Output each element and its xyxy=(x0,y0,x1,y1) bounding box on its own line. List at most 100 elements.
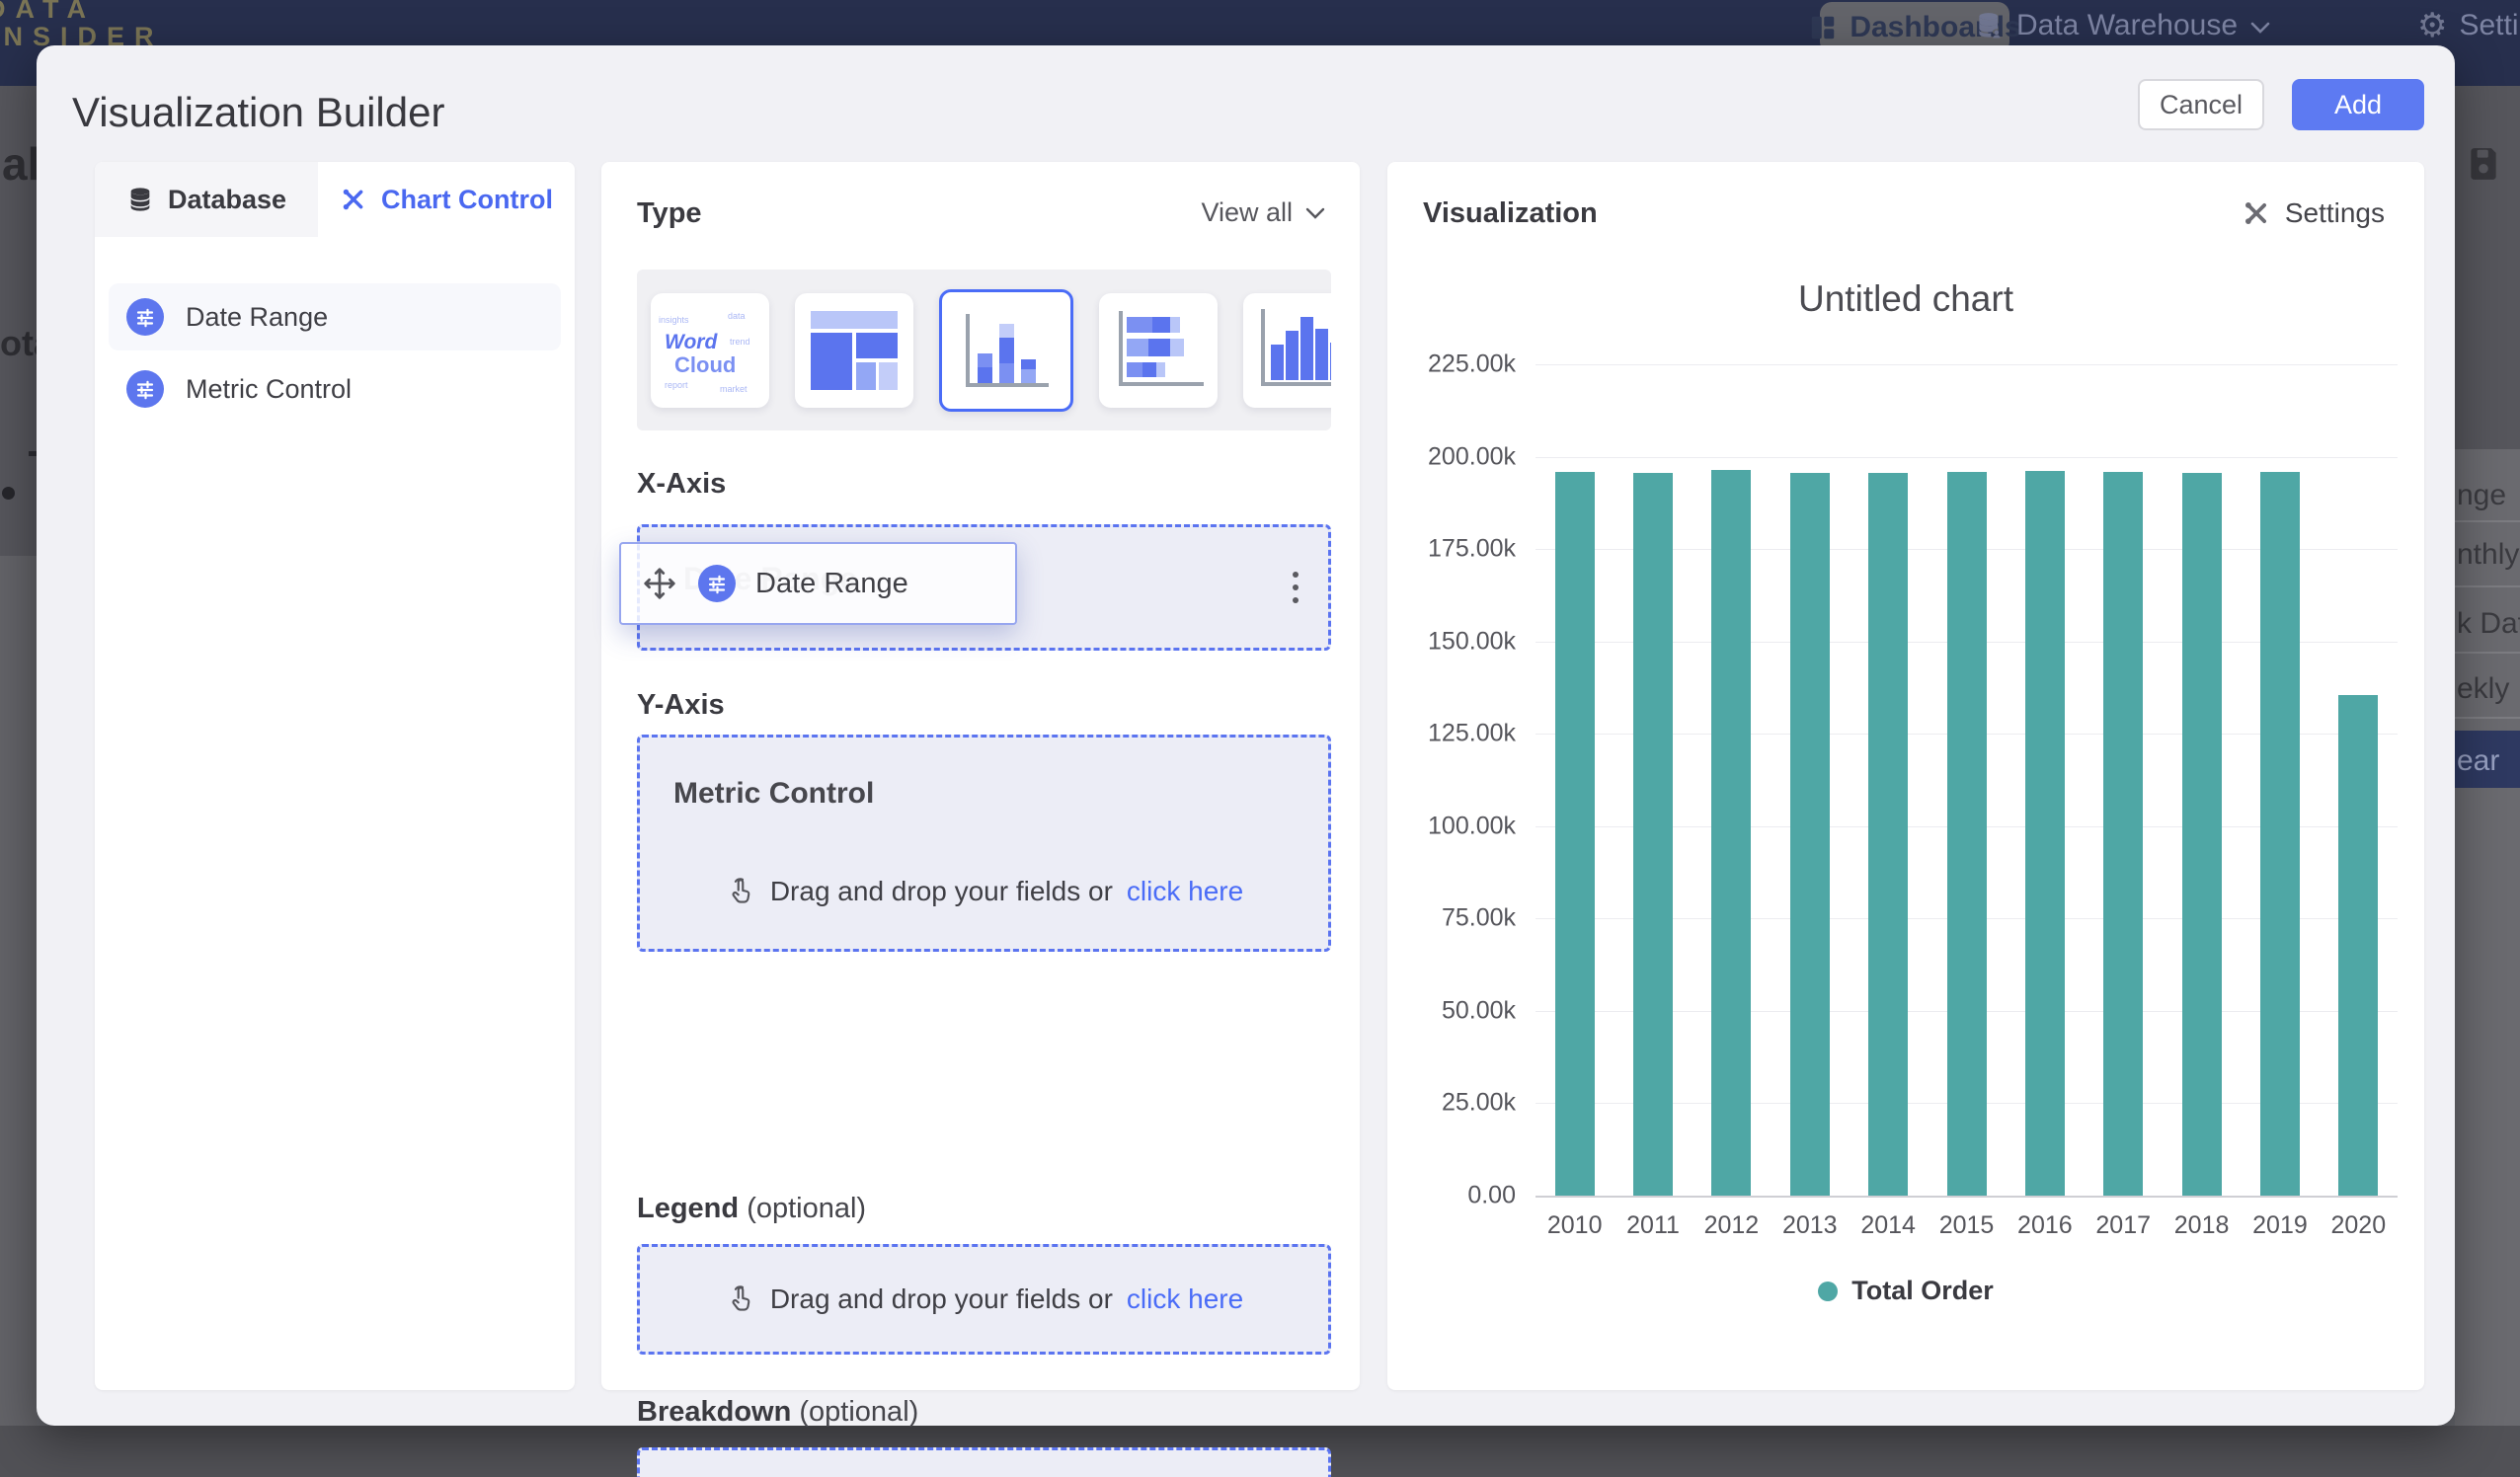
dropzone-click-here-link[interactable]: click here xyxy=(1127,1283,1243,1315)
mini-bar xyxy=(1127,339,1148,356)
chart-type-tile-column[interactable] xyxy=(1243,293,1331,408)
treemap-block xyxy=(879,362,898,390)
legend-label: Legend xyxy=(637,1193,739,1224)
visualization-settings-label: Settings xyxy=(2285,197,2385,229)
mini-bar xyxy=(1300,317,1313,380)
word-cloud-minor-word: report xyxy=(665,380,688,390)
mini-axis xyxy=(1119,311,1123,386)
bar-2014 xyxy=(1868,473,1908,1196)
dragged-field-chip-date-range[interactable]: Date Range xyxy=(619,542,1017,625)
y-tick-label: 50.00k xyxy=(1442,996,1516,1025)
mini-bar xyxy=(1315,329,1328,380)
x-tick-label: 2017 xyxy=(2095,1211,2151,1240)
chart-legend: Total Order xyxy=(1387,1276,2424,1306)
chart-type-tile-stacked-column-selected[interactable] xyxy=(939,289,1073,412)
app-logo: DATA INSIDER xyxy=(0,0,164,51)
gridline xyxy=(1536,457,2398,458)
view-all-dropdown[interactable]: View all xyxy=(1201,197,1326,228)
chart-type-tile-treemap[interactable] xyxy=(795,293,913,408)
tab-chart-control-label: Chart Control xyxy=(381,185,553,215)
field-item-label: Date Range xyxy=(186,302,328,333)
chart-builder-panel: Type View all insights data trend report… xyxy=(601,162,1360,1390)
y-axis-zone-title: Metric Control xyxy=(673,777,874,811)
chart-type-list: insights data trend report market Word C… xyxy=(637,270,1331,430)
legend-series-label: Total Order xyxy=(1851,1276,1994,1306)
divider xyxy=(2455,652,2520,654)
mini-bar xyxy=(999,324,1014,338)
bar-2017 xyxy=(2103,472,2143,1196)
visualization-builder-modal: Visualization Builder Cancel Add Databas… xyxy=(37,45,2455,1426)
legend-marker xyxy=(1818,1282,1838,1301)
optional-suffix: (optional) xyxy=(747,1193,866,1224)
nav-item-settings[interactable]: ⚙ Settings xyxy=(2417,0,2520,51)
bar-2010 xyxy=(1555,472,1595,1196)
word-cloud-minor-word: data xyxy=(728,311,746,321)
x-tick-label: 2019 xyxy=(2252,1211,2308,1240)
divider xyxy=(2455,520,2520,522)
field-item-date-range[interactable]: Date Range xyxy=(109,283,561,350)
tap-hand-icon xyxy=(725,1283,756,1315)
divider xyxy=(2455,717,2520,719)
gridline xyxy=(1536,364,2398,365)
mini-bar xyxy=(999,338,1014,363)
backdrop-bullet-fragment xyxy=(2,487,15,500)
tab-chart-control[interactable]: Chart Control xyxy=(318,162,575,237)
y-tick-label: 25.00k xyxy=(1442,1089,1516,1118)
more-options-icon[interactable] xyxy=(1293,572,1299,603)
treemap-block xyxy=(856,333,898,358)
mini-bar xyxy=(1127,317,1152,333)
y-tick-label: 225.00k xyxy=(1428,350,1516,379)
view-all-label: View all xyxy=(1201,197,1293,228)
modal-title: Visualization Builder xyxy=(72,89,444,136)
tab-database-label: Database xyxy=(168,185,286,215)
dragged-chip-label: Date Range xyxy=(755,568,908,600)
chart-type-tile-word-cloud[interactable]: insights data trend report market Word C… xyxy=(651,293,769,408)
nav-item-data-warehouse[interactable]: Data Warehouse xyxy=(1975,0,2271,51)
y-axis-dropzone[interactable]: Metric Control Drag and drop your fields… xyxy=(637,735,1331,952)
screen: DATA INSIDER Dashboards Data Warehouse ⚙… xyxy=(0,0,2520,1477)
mini-bar xyxy=(1271,345,1284,380)
fields-panel: Database Chart Control Date Range xyxy=(95,162,575,1390)
treemap-block xyxy=(856,362,876,390)
breakdown-section-label: Breakdown (optional) xyxy=(637,1396,918,1429)
logo-line-1: DATA xyxy=(0,0,164,23)
tools-icon xyxy=(340,186,367,213)
fields-panel-tabs: Database Chart Control xyxy=(95,162,575,237)
optional-suffix: (optional) xyxy=(799,1396,918,1428)
tools-icon xyxy=(2242,198,2271,228)
chart-type-tile-stacked-bar[interactable] xyxy=(1099,293,1218,408)
mini-bar xyxy=(1286,331,1299,380)
backdrop-right-dark-band xyxy=(2455,86,2520,449)
breakdown-label: Breakdown xyxy=(637,1396,791,1428)
x-tick-label: 2011 xyxy=(1626,1211,1680,1240)
cancel-button[interactable]: Cancel xyxy=(2138,79,2264,130)
mini-bar xyxy=(1152,317,1170,333)
dashboards-grid-icon xyxy=(1808,13,1838,42)
dropzone-click-here-link[interactable]: click here xyxy=(1127,876,1243,907)
visualization-panel: Visualization Settings Untitled chart 22… xyxy=(1387,162,2424,1390)
field-item-metric-control[interactable]: Metric Control xyxy=(109,355,561,423)
gear-icon: ⚙ xyxy=(2417,6,2447,45)
mini-bar xyxy=(1170,317,1180,333)
backdrop-menu-item: ekly xyxy=(2457,672,2509,706)
add-button[interactable]: Add xyxy=(2292,79,2424,130)
sliders-icon xyxy=(126,370,164,408)
x-tick-label: 2015 xyxy=(1939,1211,1995,1240)
x-tick-label: 2018 xyxy=(2174,1211,2230,1240)
tab-database[interactable]: Database xyxy=(95,162,318,237)
nav-data-warehouse-label: Data Warehouse xyxy=(2016,9,2238,42)
y-tick-label: 100.00k xyxy=(1428,812,1516,840)
plot-area: 225.00k200.00k175.00k150.00k125.00k100.0… xyxy=(1536,364,2398,1196)
x-tick-label: 2010 xyxy=(1547,1211,1603,1240)
breakdown-dropzone[interactable]: Drag and drop your fields or click here xyxy=(637,1447,1331,1477)
bar-2015 xyxy=(1947,472,1987,1196)
mini-bar xyxy=(978,367,992,383)
word-cloud-icon: Word xyxy=(665,331,717,354)
dropzone-hint-text: Drag and drop your fields or xyxy=(770,876,1113,907)
visualization-settings-button[interactable]: Settings xyxy=(2242,197,2385,229)
y-tick-label: 175.00k xyxy=(1428,535,1516,564)
legend-dropzone[interactable]: Drag and drop your fields or click here xyxy=(637,1244,1331,1355)
x-tick-label: 2016 xyxy=(2017,1211,2073,1240)
x-tick-label: 2013 xyxy=(1782,1211,1838,1240)
dropzone-hint-text: Drag and drop your fields or xyxy=(770,1283,1113,1315)
